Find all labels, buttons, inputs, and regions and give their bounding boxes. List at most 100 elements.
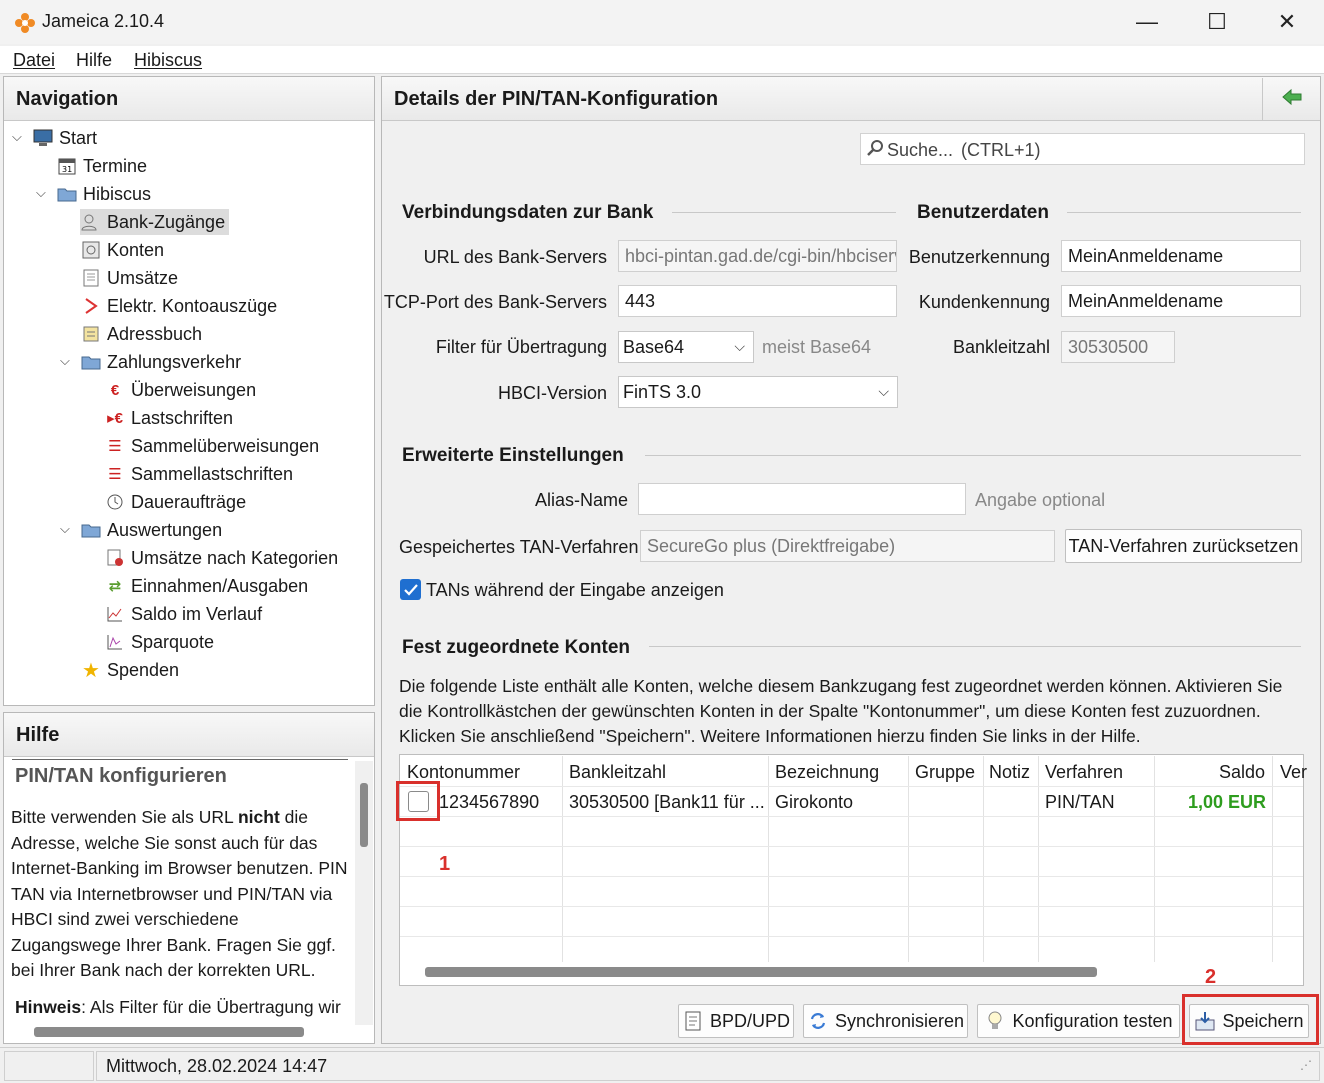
- help-divider: [12, 759, 348, 760]
- tree-item-sammellastschriften[interactable]: ☰ Sammellastschriften: [104, 461, 293, 487]
- column-header-bezeichnung[interactable]: Bezeichnung: [775, 762, 879, 794]
- customer-field[interactable]: MeinAnmeldename: [1061, 285, 1301, 317]
- alias-label: Alias-Name: [534, 490, 628, 510]
- collapse-arrow-icon[interactable]: ⌵: [36, 185, 46, 201]
- details-title: Details der PIN/TAN-Konfiguration: [382, 77, 1320, 121]
- collapse-arrow-icon[interactable]: ⌵: [60, 521, 70, 537]
- help-vscroll-track[interactable]: [355, 761, 373, 1025]
- cell-bezeichnung: Girokonto: [775, 792, 854, 812]
- menu-hilfe[interactable]: Hilfe: [76, 50, 112, 71]
- resize-grip-icon[interactable]: ⋰: [1300, 1058, 1312, 1072]
- lightbulb-icon: [984, 1010, 1006, 1032]
- menu-hibiscus[interactable]: Hibiscus: [134, 50, 202, 71]
- minimize-button[interactable]: —: [1120, 0, 1174, 44]
- blz-label: Bankleitzahl: [952, 337, 1050, 357]
- help-title: Hilfe: [4, 713, 374, 757]
- column-header-notiz[interactable]: Notiz: [989, 762, 1030, 794]
- tree-item-umsaetze-kategorien[interactable]: Umsätze nach Kategorien: [104, 545, 338, 571]
- tree-item-einnahmen-ausgaben[interactable]: ⇄ Einnahmen/Ausgaben: [104, 573, 308, 599]
- userid-label: Benutzerkennung: [908, 247, 1050, 267]
- search-input[interactable]: Suche... (CTRL+1): [860, 133, 1305, 165]
- tree-item-umsaetze[interactable]: Umsätze: [80, 265, 178, 291]
- connection-heading: Verbindungsdaten zur Bank: [402, 202, 654, 223]
- checkmark-icon: [403, 583, 418, 596]
- cell-verfahren: PIN/TAN: [1045, 792, 1115, 812]
- help-hint: Hinweis: Als Filter für die Übertragung …: [15, 997, 341, 1017]
- tree-item-kontoauszuege[interactable]: Elektr. Kontoauszüge: [80, 293, 277, 319]
- tree-item-sparquote[interactable]: Sparquote: [104, 629, 214, 655]
- cell-bankleitzahl: 30530500 [Bank11 für ...: [569, 792, 765, 812]
- chevron-down-icon: ⌵: [878, 383, 889, 399]
- tree-item-lastschriften[interactable]: ▸€ Lastschriften: [104, 405, 233, 431]
- jameica-logo-icon: [14, 12, 36, 34]
- row-divider: [400, 846, 1303, 847]
- help-hscroll-thumb[interactable]: [34, 1027, 304, 1037]
- accounts-description-line1: Die folgende Liste enthält alle Konten, …: [399, 676, 1283, 696]
- tree-item-adressbuch[interactable]: Adressbuch: [80, 321, 202, 347]
- column-header-bankleitzahl[interactable]: Bankleitzahl: [569, 762, 666, 794]
- menu-datei[interactable]: Datei: [13, 50, 55, 71]
- tree-item-konten[interactable]: Konten: [80, 237, 164, 263]
- navigation-title: Navigation: [4, 77, 374, 121]
- tree-item-hibiscus[interactable]: Hibiscus: [56, 181, 151, 207]
- accounts-description-line2: die Kontrollkästchen der gewünschten Kon…: [399, 701, 1261, 721]
- back-button[interactable]: [1262, 78, 1320, 120]
- show-tans-checkbox[interactable]: [400, 579, 421, 600]
- tree-item-saldo-verlauf[interactable]: Saldo im Verlauf: [104, 601, 262, 627]
- folder-open-icon: [56, 184, 78, 204]
- navigation-panel: Navigation ⌵ Start 31 Termine ⌵ Hibiscus…: [3, 76, 375, 706]
- blz-field[interactable]: 30530500: [1061, 331, 1175, 363]
- accounts-heading: Fest zugeordnete Konten: [402, 637, 631, 658]
- port-label: TCP-Port des Bank-Servers: [383, 292, 607, 312]
- hbci-label: HBCI-Version: [497, 383, 607, 403]
- column-header-verfahren[interactable]: Verfahren: [1045, 762, 1123, 794]
- filter-select[interactable]: Base64 ⌵: [618, 331, 754, 363]
- url-field[interactable]: hbci-pintan.gad.de/cgi-bin/hbciservlet: [618, 240, 897, 272]
- help-text: Bitte verwenden Sie als URL nicht die Ad…: [11, 807, 348, 980]
- tree-item-sammelueberweisungen[interactable]: ☰ Sammelüberweisungen: [104, 433, 319, 459]
- annotation-box-save: [1182, 994, 1319, 1045]
- close-button[interactable]: ✕: [1260, 0, 1314, 44]
- accounts-description-line3: Klicken Sie anschließend "Speichern". We…: [399, 726, 1141, 746]
- document-icon: [682, 1010, 704, 1032]
- hbci-version-select[interactable]: FinTS 3.0 ⌵: [618, 376, 898, 408]
- column-header-saldo[interactable]: Saldo: [1219, 762, 1265, 794]
- users-icon: [80, 212, 102, 232]
- line-chart-icon: [104, 604, 126, 624]
- euro-transfer-icon: €: [110, 381, 120, 399]
- row-divider: [400, 876, 1303, 877]
- maximize-button[interactable]: ☐: [1190, 0, 1244, 44]
- test-configuration-button[interactable]: Konfiguration testen: [977, 1004, 1180, 1038]
- tree-item-termine[interactable]: 31 Termine: [56, 153, 147, 179]
- column-header-gruppe[interactable]: Gruppe: [915, 762, 975, 794]
- userid-field[interactable]: MeinAnmeldename: [1061, 240, 1301, 272]
- bpd-upd-button[interactable]: BPD/UPD: [678, 1004, 794, 1038]
- accounts-divider: [649, 646, 1301, 647]
- search-shortcut: (CTRL+1): [961, 140, 1041, 160]
- sync-icon: [807, 1010, 829, 1032]
- tree-item-dauerauftraege[interactable]: Daueraufträge: [104, 489, 246, 515]
- menu-bar: Datei Hilfe Hibiscus: [0, 46, 1324, 74]
- column-header-verfahren-more[interactable]: Ver: [1280, 762, 1307, 794]
- synchronize-button[interactable]: Synchronisieren: [803, 1004, 968, 1038]
- collapse-arrow-icon[interactable]: ⌵: [60, 353, 70, 369]
- list-transfer-icon: ☰: [108, 438, 122, 455]
- alias-field[interactable]: [638, 483, 966, 515]
- advanced-heading: Erweiterte Einstellungen: [402, 445, 624, 466]
- folder-open-icon: [80, 520, 102, 540]
- tan-reset-button[interactable]: TAN-Verfahren zurücksetzen: [1065, 529, 1302, 563]
- tree-item-ueberweisungen[interactable]: € Überweisungen: [104, 377, 256, 403]
- collapse-arrow-icon[interactable]: ⌵: [12, 129, 22, 145]
- pdf-icon: [80, 296, 102, 316]
- tree-item-bank-zugaenge[interactable]: Bank-Zugänge: [80, 209, 230, 235]
- table-hscroll-thumb[interactable]: [425, 967, 1097, 977]
- pie-report-icon: [104, 548, 126, 568]
- tree-item-start[interactable]: Start: [32, 125, 97, 151]
- annotation-box-checkbox: [396, 781, 440, 821]
- port-field[interactable]: 443: [618, 285, 897, 317]
- tree-item-zahlungsverkehr[interactable]: Zahlungsverkehr: [80, 349, 241, 375]
- help-vscroll-thumb[interactable]: [360, 783, 368, 847]
- tan-method-field[interactable]: SecureGo plus (Direktfreigabe): [640, 530, 1055, 562]
- tree-item-spenden[interactable]: ★ Spenden: [80, 657, 179, 683]
- tree-item-auswertungen[interactable]: Auswertungen: [80, 517, 222, 543]
